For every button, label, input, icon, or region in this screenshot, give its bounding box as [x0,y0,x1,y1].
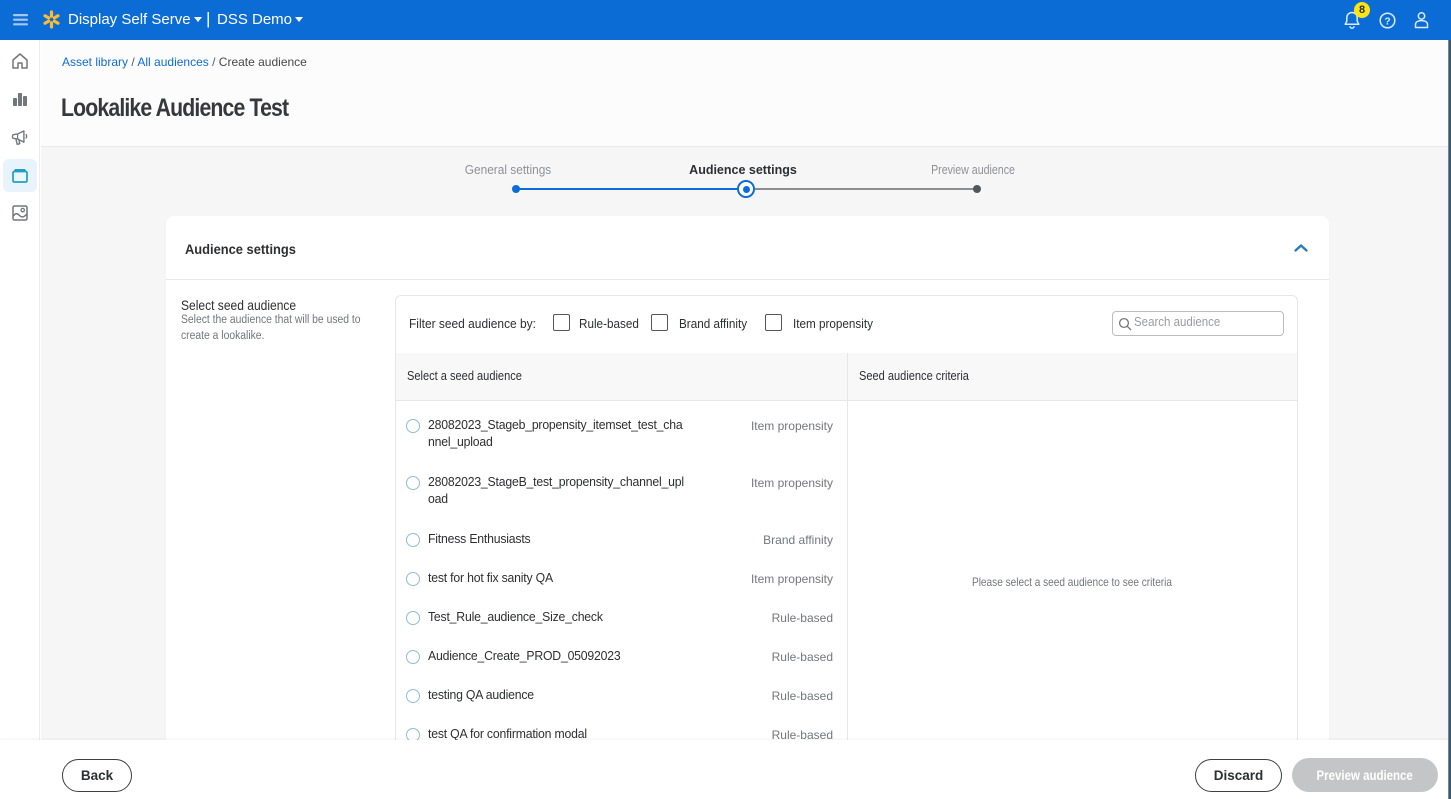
svg-text:?: ? [1384,16,1390,27]
